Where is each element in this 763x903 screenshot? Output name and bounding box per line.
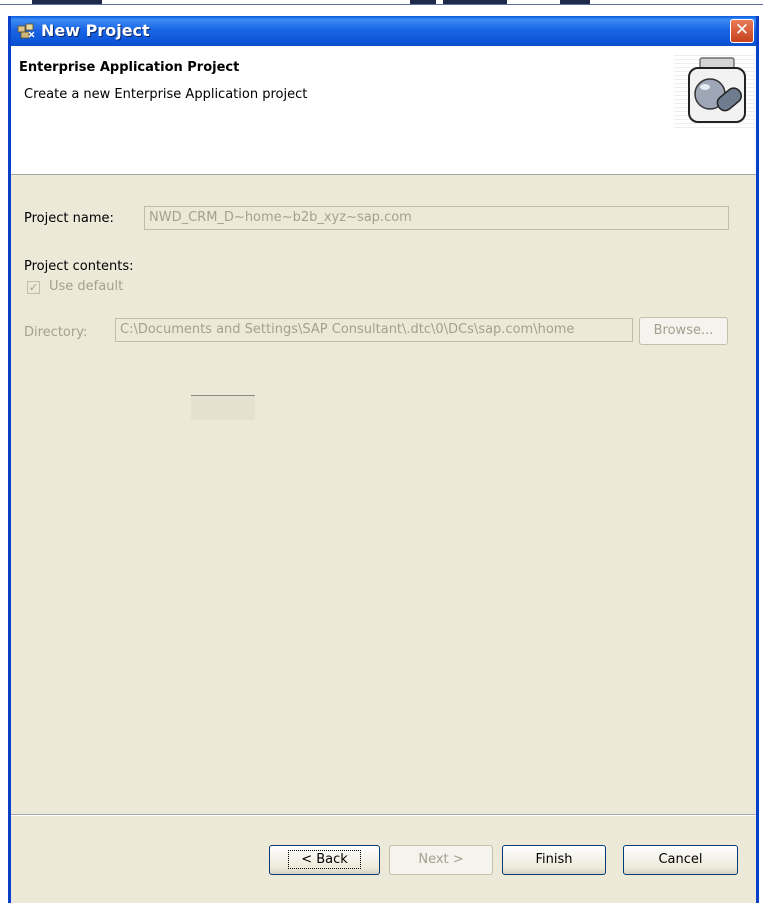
wizard-header: Enterprise Application Project Create a … bbox=[11, 46, 756, 175]
button-bar-separator bbox=[11, 814, 756, 816]
close-icon[interactable]: ✕ bbox=[730, 19, 754, 43]
new-project-dialog: New Project ✕ Enterprise Application Pro… bbox=[8, 16, 759, 903]
back-button-label: < Back bbox=[288, 850, 361, 869]
use-default-label: Use default bbox=[49, 279, 124, 294]
use-default-checkbox[interactable]: ✓ bbox=[27, 281, 40, 294]
wizard-jar-icon bbox=[688, 57, 746, 123]
next-button[interactable]: Next > bbox=[389, 845, 493, 875]
page-description: Create a new Enterprise Application proj… bbox=[24, 87, 308, 102]
page-title: Enterprise Application Project bbox=[19, 60, 240, 75]
background-window-strip bbox=[0, 0, 763, 16]
new-project-wizard-icon bbox=[17, 23, 35, 39]
wizard-content: Project name: NWD_CRM_D~home~b2b_xyz~sap… bbox=[11, 175, 756, 815]
browse-button[interactable]: Browse... bbox=[639, 317, 728, 345]
project-name-label: Project name: bbox=[24, 211, 114, 226]
directory-label: Directory: bbox=[24, 325, 88, 340]
project-name-field[interactable]: NWD_CRM_D~home~b2b_xyz~sap.com bbox=[144, 206, 729, 230]
dialog-title: New Project bbox=[41, 21, 150, 40]
directory-field[interactable]: C:\Documents and Settings\SAP Consultant… bbox=[115, 318, 633, 342]
title-bar[interactable]: New Project ✕ bbox=[11, 16, 756, 46]
rendering-artifact bbox=[191, 395, 255, 420]
cancel-button[interactable]: Cancel bbox=[623, 845, 738, 875]
back-button[interactable]: < Back bbox=[269, 845, 380, 875]
project-contents-label: Project contents: bbox=[24, 259, 134, 274]
finish-button[interactable]: Finish bbox=[502, 845, 606, 875]
